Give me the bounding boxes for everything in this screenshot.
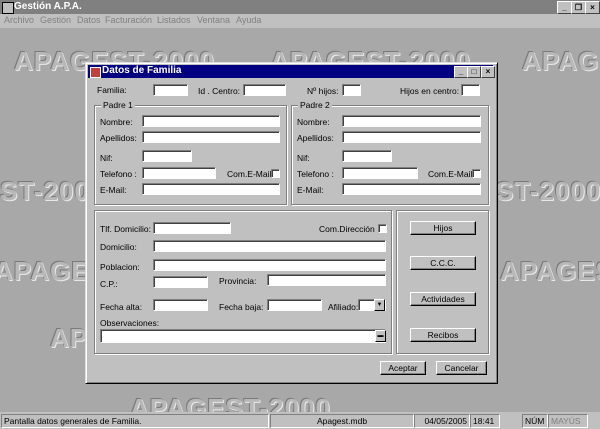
actividades-button[interactable]: Actividades (410, 292, 476, 306)
provincia-label: Provincia: (219, 276, 257, 286)
fecha-alta-field[interactable] (153, 299, 208, 311)
padre1-nombre-field[interactable] (142, 115, 280, 127)
tlf-domicilio-label: Tlf. Domicilio: (100, 224, 152, 234)
padre1-group: Padre 1 Nombre: Apellidos: Nif: Telefono… (94, 100, 287, 205)
ccc-button[interactable]: C.C.C. (410, 256, 476, 270)
recibos-button[interactable]: Recibos (410, 328, 476, 342)
menu-ayuda[interactable]: Ayuda (236, 15, 261, 25)
padre2-apellidos-label: Apellidos: (297, 133, 334, 143)
padre2-nif-label: Nif: (297, 153, 310, 163)
observaciones-field[interactable] (100, 329, 386, 343)
observaciones-expand-icon[interactable]: ▬ (375, 330, 386, 342)
familia-field[interactable] (153, 84, 188, 96)
app-minimize-button[interactable]: _ (557, 1, 572, 14)
familia-label: Familia: (97, 85, 127, 95)
observaciones-label: Observaciones: (100, 318, 160, 328)
watermark-text: APAGEST (522, 46, 600, 76)
app-icon[interactable] (2, 2, 14, 14)
menu-listados[interactable]: Listados (157, 15, 191, 25)
status-time: 18:41 (470, 414, 500, 428)
domicilio-label: Domicilio: (100, 242, 137, 252)
datos-familia-dialog: Datos de Familia _ □ × Familia: Id . Cen… (85, 62, 498, 384)
com-direccion-label: Com.Dirección (319, 224, 375, 234)
poblacion-field[interactable] (153, 259, 386, 271)
menu-archivo[interactable]: Archivo (4, 15, 34, 25)
padre2-telefono-field[interactable] (342, 167, 418, 179)
status-message: Pantalla datos generales de Familia. (1, 414, 269, 428)
padre2-com-email-checkbox[interactable] (472, 169, 481, 178)
dialog-close-button[interactable]: × (481, 66, 495, 78)
cancelar-button[interactable]: Cancelar (436, 361, 487, 375)
padre1-nombre-label: Nombre: (100, 117, 133, 127)
app-close-button[interactable]: × (585, 1, 600, 14)
padre1-email-field[interactable] (142, 183, 280, 195)
provincia-field[interactable] (267, 274, 386, 286)
app-title-bar: Gestión A.P.A. _ ❐ × (0, 0, 600, 14)
side-buttons-group: Hijos C.C.C. Actividades Recibos (396, 210, 489, 354)
cp-label: C.P.: (100, 279, 118, 289)
padre1-legend: Padre 1 (101, 100, 135, 110)
cp-field[interactable] (153, 276, 208, 288)
n-hijos-label: Nº hijos: (307, 86, 339, 96)
padre1-nif-field[interactable] (142, 150, 192, 162)
afiliado-dropdown-icon[interactable]: ▼ (374, 299, 385, 311)
padre1-apellidos-field[interactable] (142, 131, 280, 143)
status-bar: Pantalla datos generales de Familia. Apa… (0, 413, 600, 429)
hijos-button[interactable]: Hijos (410, 221, 476, 235)
watermark-text: APAGEST-2000 (500, 256, 600, 286)
padre2-com-email-label: Com.E-Mail (428, 169, 473, 179)
padre2-email-label: E-Mail: (297, 185, 324, 195)
hijos-en-centro-field[interactable] (461, 84, 480, 96)
id-centro-field[interactable] (243, 84, 286, 96)
dialog-icon[interactable] (90, 67, 101, 78)
fecha-alta-label: Fecha alta: (100, 302, 143, 312)
aceptar-button[interactable]: Aceptar (380, 361, 426, 375)
dialog-title: Datos de Familia (102, 65, 182, 76)
fecha-baja-field[interactable] (267, 299, 322, 311)
status-date: 04/05/2005 (414, 414, 470, 428)
menu-gestion[interactable]: Gestión (40, 15, 71, 25)
dialog-maximize-button[interactable]: □ (467, 66, 481, 78)
tlf-domicilio-field[interactable] (153, 222, 231, 234)
padre1-telefono-label: Telefono : (100, 169, 137, 179)
hijos-en-centro-label: Hijos en centro: (400, 86, 460, 96)
menu-facturacion[interactable]: Facturación (105, 15, 152, 25)
dialog-minimize-button[interactable]: _ (454, 66, 468, 78)
padre1-apellidos-label: Apellidos: (100, 133, 137, 143)
poblacion-label: Poblacion: (100, 262, 140, 272)
padre2-group: Padre 2 Nombre: Apellidos: Nif: Telefono… (291, 100, 489, 205)
padre2-apellidos-field[interactable] (342, 131, 481, 143)
id-centro-label: Id . Centro: (198, 86, 241, 96)
app-title: Gestión A.P.A. (14, 1, 82, 12)
dialog-title-bar[interactable]: Datos de Familia _ □ × (88, 65, 495, 78)
fecha-baja-label: Fecha baja: (219, 302, 264, 312)
padre1-nif-label: Nif: (100, 153, 113, 163)
padre1-com-email-checkbox[interactable] (271, 169, 280, 178)
menu-bar: Archivo Gestión Datos Facturación Listad… (0, 14, 600, 27)
padre2-nombre-field[interactable] (342, 115, 481, 127)
address-group: Tlf. Domicilio: Com.Dirección Domicilio:… (94, 210, 392, 354)
com-direccion-checkbox[interactable] (378, 224, 387, 233)
n-hijos-field[interactable] (342, 84, 361, 96)
padre1-email-label: E-Mail: (100, 185, 127, 195)
padre1-com-email-label: Com.E-Mail (227, 169, 272, 179)
status-mayus: MAYÚS (548, 414, 588, 428)
padre2-nombre-label: Nombre: (297, 117, 330, 127)
afiliado-label: Afiliado: (328, 302, 359, 312)
padre2-telefono-label: Telefono : (297, 169, 334, 179)
watermark-text: APAGEST-2000 (130, 393, 331, 412)
watermark-text: ST-2000 (496, 176, 600, 206)
padre2-nif-field[interactable] (342, 150, 392, 162)
padre2-legend: Padre 2 (298, 100, 332, 110)
status-database: Apagest.mdb (270, 414, 414, 428)
app-restore-button[interactable]: ❐ (571, 1, 586, 14)
status-num: NÚM (522, 414, 548, 428)
padre1-telefono-field[interactable] (142, 167, 216, 179)
menu-datos[interactable]: Datos (77, 15, 101, 25)
domicilio-field[interactable] (153, 240, 386, 252)
padre2-email-field[interactable] (342, 183, 481, 195)
menu-ventana[interactable]: Ventana (197, 15, 230, 25)
